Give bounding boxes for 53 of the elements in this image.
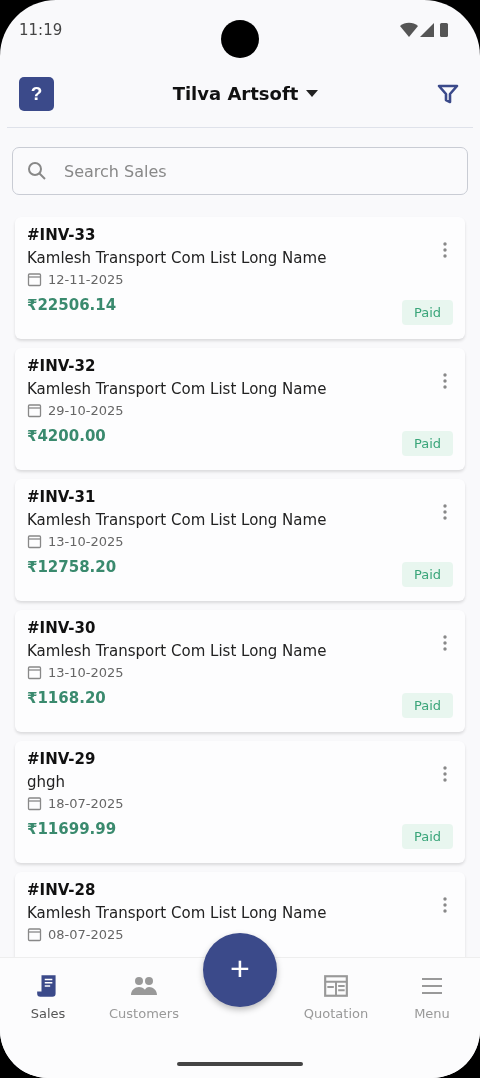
customer-name: ghgh: [27, 773, 67, 791]
calendar-icon: [27, 927, 42, 942]
invoice-date: 29-10-2025: [48, 403, 124, 418]
invoice-card[interactable]: #INV-33 Kamlesh Transport Com List Long Name 12-11-2025 ₹22506.14 Paid: [15, 217, 465, 339]
invoice-number: #INV-28: [27, 881, 97, 899]
invoice-number: #INV-33: [27, 226, 97, 244]
invoice-card[interactable]: #INV-30 Kamlesh Transport Com List Long Name 13-10-2025 ₹1168.20 Paid: [15, 610, 465, 732]
invoice-date: 18-07-2025: [48, 796, 124, 811]
people-icon: [130, 975, 158, 997]
invoice-number: #INV-31: [27, 488, 97, 506]
calendar-icon: [27, 272, 42, 287]
invoice-number: #INV-30: [27, 619, 97, 637]
calendar-icon: [27, 796, 42, 811]
nav-tab[interactable]: Sales: [0, 972, 96, 1021]
status-time: 11:19: [19, 21, 63, 39]
menu-icon: [420, 976, 444, 996]
document-icon: [323, 973, 349, 999]
invoice-card[interactable]: #INV-28 Kamlesh Transport Com List Long Name 08-07-2025: [15, 872, 465, 957]
invoice-date: 13-10-2025: [48, 534, 124, 549]
status-badge: Paid: [401, 824, 453, 849]
invoice-amount: ₹12758.20: [27, 558, 118, 576]
invoice-card[interactable]: #INV-32 Kamlesh Transport Com List Long Name 29-10-2025 ₹4200.00 Paid: [15, 348, 465, 470]
filter-icon[interactable]: [437, 82, 459, 105]
invoice-amount: ₹11699.99: [27, 820, 118, 838]
status-badge: Paid: [401, 431, 453, 456]
status-icons: [400, 22, 450, 38]
invoice-amount: ₹1168.20: [27, 689, 107, 707]
customer-name: Kamlesh Transport Com List Long Name: [27, 511, 327, 529]
customer-name: Kamlesh Transport Com List Long Name: [27, 380, 327, 398]
invoice-date: 12-11-2025: [48, 272, 124, 287]
add-button[interactable]: +: [203, 933, 277, 1007]
invoice-date: 13-10-2025: [48, 665, 124, 680]
search-field[interactable]: Search Sales: [12, 147, 468, 195]
customer-name: Kamlesh Transport Com List Long Name: [27, 642, 327, 660]
camera-cutout: [221, 20, 259, 58]
calendar-icon: [27, 534, 42, 549]
customer-name: Kamlesh Transport Com List Long Name: [27, 249, 327, 267]
company-selector[interactable]: Tilva Artsoft: [166, 82, 325, 105]
invoice-date: 08-07-2025: [48, 927, 124, 942]
invoice-amount: ₹22506.14: [27, 296, 118, 314]
calendar-icon: [27, 403, 42, 418]
status-badge: Paid: [401, 300, 453, 325]
customer-name: Kamlesh Transport Com List Long Name: [27, 904, 327, 922]
calendar-icon: [27, 665, 42, 680]
invoice-card[interactable]: #INV-31 Kamlesh Transport Com List Long Name 13-10-2025 ₹12758.20 Paid: [15, 479, 465, 601]
invoice-number: #INV-29: [27, 750, 97, 768]
caret-icon: [306, 90, 319, 97]
invoice-card[interactable]: #INV-29 ghgh 18-07-2025 ₹11699.99 Paid: [15, 741, 465, 863]
help-button[interactable]: ?: [19, 76, 54, 111]
status-badge: Paid: [401, 693, 453, 718]
status-badge: Paid: [401, 562, 453, 587]
invoice-number: #INV-32: [27, 357, 97, 375]
invoice-amount: ₹4200.00: [27, 427, 107, 445]
